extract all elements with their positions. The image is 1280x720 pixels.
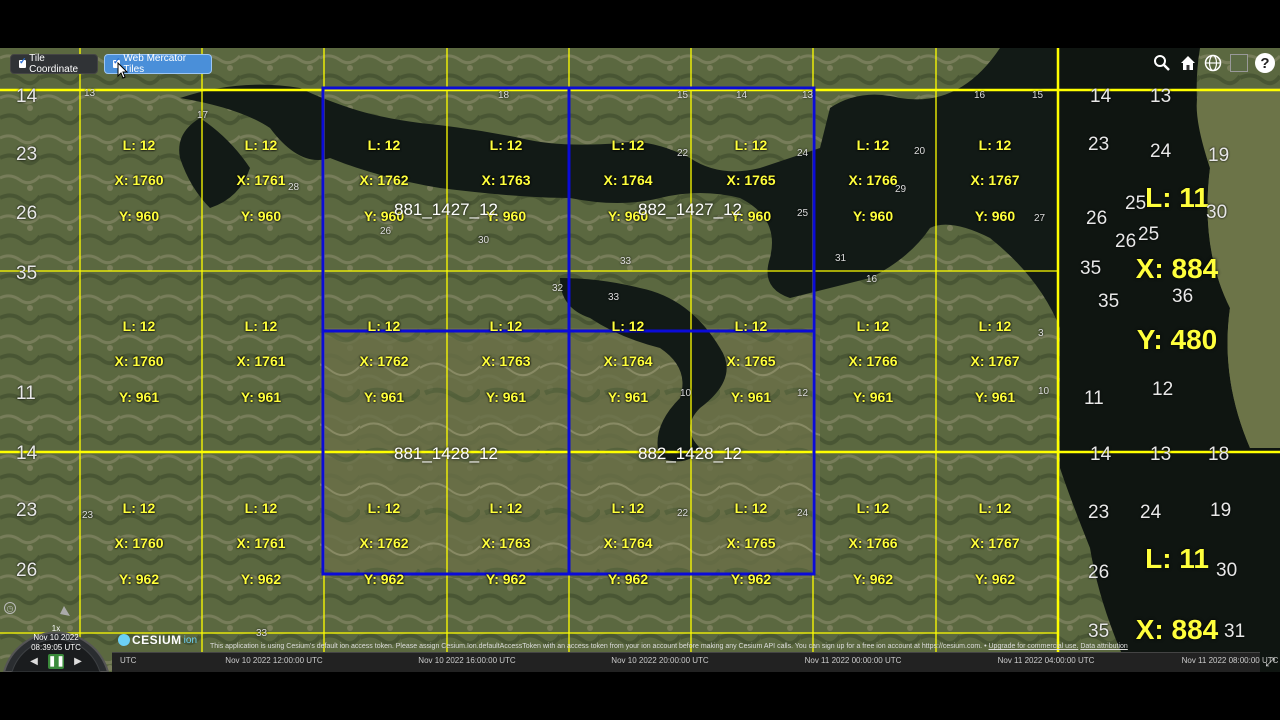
credits-bar: This application is using Cesium's defau… xyxy=(210,643,1128,650)
cesium-logo[interactable]: CESIUM ion xyxy=(118,633,197,647)
realtime-clock-icon[interactable]: ◷ xyxy=(4,602,16,614)
upgrade-link[interactable]: Upgrade for commercial use. xyxy=(989,643,1079,650)
tile-coordinate-label: Tile Coordinate xyxy=(29,53,79,75)
web-mercator-label: Web Mercator Tiles xyxy=(123,53,187,75)
globe-icon[interactable] xyxy=(1202,52,1224,74)
timeline-start-label: UTC xyxy=(120,656,137,665)
pause-icon[interactable]: ❚❚ xyxy=(48,654,65,669)
map-viewport[interactable]: L: 12 X: 1760 Y: 960 L: 12 X: 1761 Y: 96… xyxy=(0,48,1280,672)
help-icon[interactable]: ? xyxy=(1254,52,1276,74)
satellite-imagery xyxy=(0,48,1280,672)
data-attribution-link[interactable]: Data attribution xyxy=(1080,643,1127,650)
home-icon[interactable] xyxy=(1177,52,1199,74)
timeline-tick-label: Nov 10 2022 12:00:00 UTC xyxy=(225,656,323,665)
timeline-tick-label: Nov 11 2022 00:00:00 UTC xyxy=(804,656,902,665)
play-reverse-icon[interactable]: ◀ xyxy=(28,656,40,668)
checkbox-checked-icon xyxy=(19,56,27,68)
timeline-bar[interactable]: UTC Nov 10 2022 12:00:00 UTC Nov 10 2022… xyxy=(112,652,1278,672)
cesium-logo-text: CESIUM xyxy=(132,633,182,647)
imagery-picker-icon[interactable] xyxy=(1228,52,1250,74)
animation-widget[interactable]: 1x Nov 10 2022 08:39:05 UTC ◀ ❚❚ ▶ ◷ xyxy=(0,596,112,672)
token-notice: This application is using Cesium's defau… xyxy=(210,643,983,650)
timeline-tick-label: Nov 10 2022 20:00:00 UTC xyxy=(611,656,709,665)
tile-coordinate-toggle[interactable]: Tile Coordinate xyxy=(10,53,98,75)
timeline-tick-label: Nov 10 2022 16:00:00 UTC xyxy=(418,656,516,665)
mouse-cursor-icon xyxy=(117,62,129,79)
timeline-tick-label: Nov 11 2022 04:00:00 UTC xyxy=(997,656,1095,665)
play-forward-icon[interactable]: ▶ xyxy=(72,656,84,668)
fullscreen-icon[interactable]: ⤢ xyxy=(1262,654,1278,670)
cesium-logo-sub: ion xyxy=(183,634,198,646)
search-icon[interactable] xyxy=(1151,52,1173,74)
cesium-logo-icon xyxy=(118,634,130,646)
